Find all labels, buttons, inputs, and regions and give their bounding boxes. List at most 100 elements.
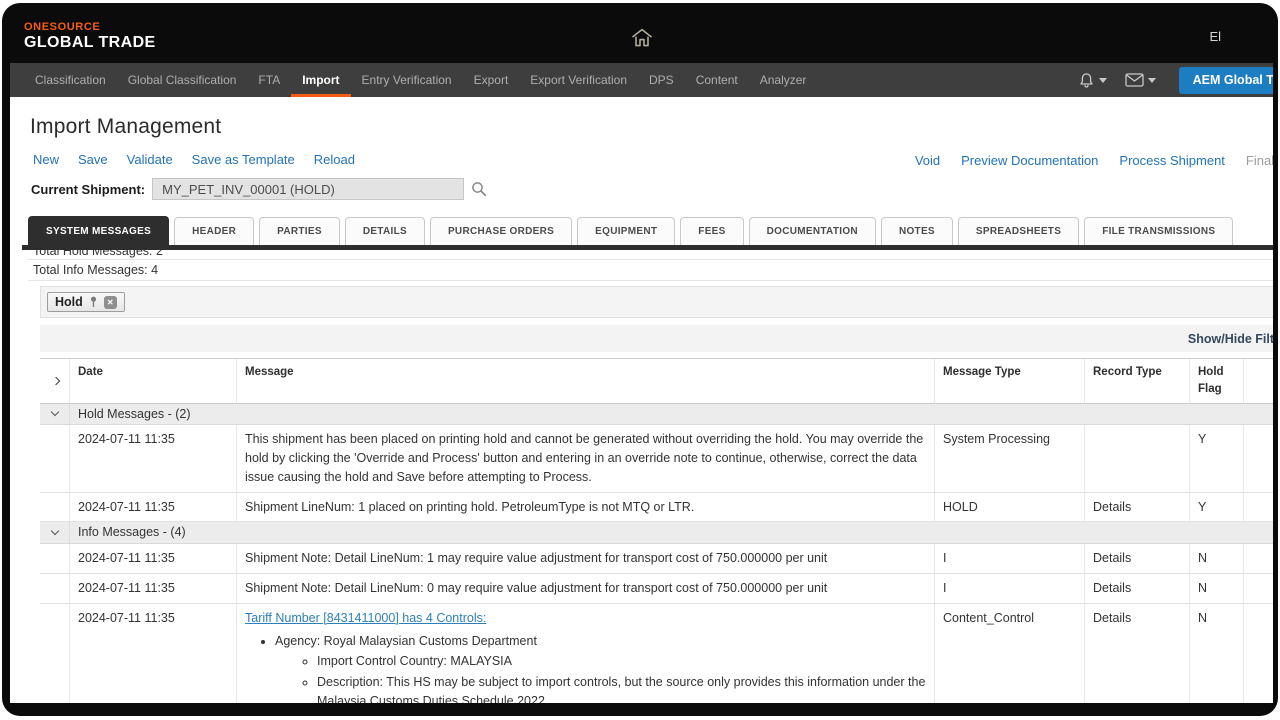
column-header-spacer bbox=[1244, 359, 1273, 404]
date-cell: 2024-07-11 11:35 bbox=[70, 493, 237, 523]
home-icon[interactable] bbox=[631, 28, 653, 48]
chip-label: Hold bbox=[55, 295, 83, 309]
nav-item-fta[interactable]: FTA bbox=[247, 63, 291, 97]
nav-item-export[interactable]: Export bbox=[463, 63, 520, 97]
message-cell: Shipment Note: Detail LineNum: 0 may req… bbox=[237, 574, 935, 604]
current-shipment-value: MY_PET_INV_00001 (HOLD) bbox=[162, 182, 335, 197]
save-as-template-link[interactable]: Save as Template bbox=[192, 152, 295, 167]
tab-parties[interactable]: PARTIES bbox=[259, 217, 340, 245]
app-window: ONESOURCE GLOBAL TRADE El Classification… bbox=[10, 9, 1273, 703]
tab-spreadsheets[interactable]: SPREADSHEETS bbox=[958, 217, 1079, 245]
nav-item-analyzer[interactable]: Analyzer bbox=[749, 63, 818, 97]
show-hide-filters-link[interactable]: Show/Hide Filt bbox=[1188, 332, 1273, 346]
tab-header[interactable]: HEADER bbox=[174, 217, 254, 245]
date-cell: 2024-07-11 11:35 bbox=[70, 604, 237, 703]
tab-file-transmissions[interactable]: FILE TRANSMISSIONS bbox=[1084, 217, 1233, 245]
void-link[interactable]: Void bbox=[915, 153, 940, 168]
validate-link[interactable]: Validate bbox=[127, 152, 173, 167]
table-row: 2024-07-11 11:35Shipment Note: Detail Li… bbox=[40, 574, 1273, 604]
nav-item-entry-verification[interactable]: Entry Verification bbox=[351, 63, 463, 97]
preview-documentation-link[interactable]: Preview Documentation bbox=[961, 153, 1098, 168]
tab-details[interactable]: DETAILS bbox=[345, 217, 425, 245]
group-label: Info Messages - (4) bbox=[70, 522, 1273, 543]
tab-equipment[interactable]: EQUIPMENT bbox=[577, 217, 675, 245]
row-expand-cell bbox=[40, 493, 70, 523]
table-row: 2024-07-11 11:35 Tariff Number [843141100… bbox=[40, 604, 1273, 703]
group-label: Hold Messages - (2) bbox=[70, 404, 1273, 425]
message-type-cell: System Processing bbox=[935, 425, 1085, 492]
current-shipment-input[interactable]: MY_PET_INV_00001 (HOLD) bbox=[152, 178, 464, 200]
screenshot-frame: ONESOURCE GLOBAL TRADE El Classification… bbox=[2, 3, 1278, 716]
group-collapse-control[interactable] bbox=[40, 522, 70, 543]
tab-purchase-orders[interactable]: PURCHASE ORDERS bbox=[430, 217, 572, 245]
group-collapse-control[interactable] bbox=[40, 404, 70, 425]
filter-toggle-band: Show/Hide Filt bbox=[40, 325, 1273, 352]
message-type-cell: I bbox=[935, 544, 1085, 574]
brand-logo[interactable]: ONESOURCE GLOBAL TRADE bbox=[24, 21, 156, 52]
tab-strip: SYSTEM MESSAGESHEADERPARTIESDETAILSPURCH… bbox=[28, 216, 1273, 245]
nav-item-content[interactable]: Content bbox=[685, 63, 749, 97]
message-type-cell: I bbox=[935, 574, 1085, 604]
tab-system-messages[interactable]: SYSTEM MESSAGES bbox=[28, 216, 169, 245]
nav-item-export-verification[interactable]: Export Verification bbox=[519, 63, 638, 97]
mail-icon bbox=[1125, 73, 1144, 87]
chip-close-button[interactable]: ✕ bbox=[104, 296, 117, 309]
aem-global-trade-button[interactable]: AEM Global Tra bbox=[1179, 67, 1273, 94]
user-name: El bbox=[1209, 29, 1221, 44]
process-shipment-link[interactable]: Process Shipment bbox=[1119, 153, 1225, 168]
new-link[interactable]: New bbox=[33, 152, 59, 167]
tab-fees[interactable]: FEES bbox=[680, 217, 743, 245]
nav-items: ClassificationGlobal ClassificationFTAIm… bbox=[24, 63, 817, 97]
toolbar-left: New Save Validate Save as Template Reload bbox=[33, 151, 374, 169]
bell-icon bbox=[1078, 72, 1095, 89]
save-link[interactable]: Save bbox=[78, 152, 108, 167]
message-cell: This shipment has been placed on printin… bbox=[237, 425, 935, 492]
table-row: 2024-07-11 11:35Shipment LineNum: 1 plac… bbox=[40, 493, 1273, 523]
message-type-cell: Content_Control bbox=[935, 604, 1085, 703]
notifications-menu[interactable] bbox=[1071, 72, 1114, 89]
chevron-down-icon bbox=[1099, 78, 1107, 83]
messages-menu[interactable] bbox=[1118, 73, 1163, 87]
hold-flag-cell: Y bbox=[1190, 425, 1244, 492]
spacer-cell bbox=[1244, 493, 1273, 523]
nav-item-global-classification[interactable]: Global Classification bbox=[117, 63, 248, 97]
date-cell: 2024-07-11 11:35 bbox=[70, 544, 237, 574]
tariff-controls-link[interactable]: Tariff Number [8431411000] has 4 Control… bbox=[245, 611, 486, 625]
sub-bullet-item: Description: This HS may be subject to i… bbox=[317, 673, 926, 703]
top-header: ONESOURCE GLOBAL TRADE El bbox=[10, 9, 1273, 63]
message-cell: Shipment Note: Detail LineNum: 1 may req… bbox=[237, 544, 935, 574]
date-cell: 2024-07-11 11:35 bbox=[70, 425, 237, 492]
search-icon[interactable] bbox=[471, 181, 487, 197]
hold-flag-cell: N bbox=[1190, 604, 1244, 703]
reload-link[interactable]: Reload bbox=[314, 152, 355, 167]
date-cell: 2024-07-11 11:35 bbox=[70, 574, 237, 604]
main-content: Import Management NewSaveValidateSave as… bbox=[10, 115, 1273, 703]
record-type-cell bbox=[1085, 425, 1190, 492]
table-header-row: DateMessageMessage TypeRecord TypeHold F… bbox=[40, 359, 1273, 404]
column-header-hold-flag: Hold Flag bbox=[1190, 359, 1244, 404]
spacer-cell bbox=[1244, 604, 1273, 703]
nav-item-dps[interactable]: DPS bbox=[638, 63, 685, 97]
total-hold-messages: Total Hold Messages: 2 bbox=[28, 250, 1273, 260]
nav-item-classification[interactable]: Classification bbox=[24, 63, 117, 97]
column-header-message-type: Message Type bbox=[935, 359, 1085, 404]
tab-documentation[interactable]: DOCUMENTATION bbox=[749, 217, 876, 245]
hold-flag-cell: N bbox=[1190, 544, 1244, 574]
expand-all-control[interactable] bbox=[40, 359, 70, 404]
bullet-text: Agency: Royal Malaysian Customs Departme… bbox=[275, 634, 537, 648]
spacer-cell bbox=[1244, 544, 1273, 574]
column-header-date: Date bbox=[70, 359, 237, 404]
finalize-link: Finali bbox=[1246, 153, 1273, 168]
message-type-cell: HOLD bbox=[935, 493, 1085, 523]
hold-filter-chip[interactable]: Hold ✕ bbox=[47, 292, 125, 312]
nav-item-import[interactable]: Import bbox=[291, 63, 350, 97]
row-expand-cell bbox=[40, 544, 70, 574]
total-info-messages-text: Total Info Messages: 4 bbox=[33, 263, 158, 277]
total-info-messages: Total Info Messages: 4 bbox=[28, 260, 1273, 281]
chevron-down-icon bbox=[50, 527, 58, 535]
record-type-cell: Details bbox=[1085, 544, 1190, 574]
row-expand-cell bbox=[40, 604, 70, 703]
messages-table: DateMessageMessage TypeRecord TypeHold F… bbox=[40, 358, 1273, 703]
tab-notes[interactable]: NOTES bbox=[881, 217, 953, 245]
sub-bullet-text: Description: This HS may be subject to i… bbox=[317, 675, 925, 703]
